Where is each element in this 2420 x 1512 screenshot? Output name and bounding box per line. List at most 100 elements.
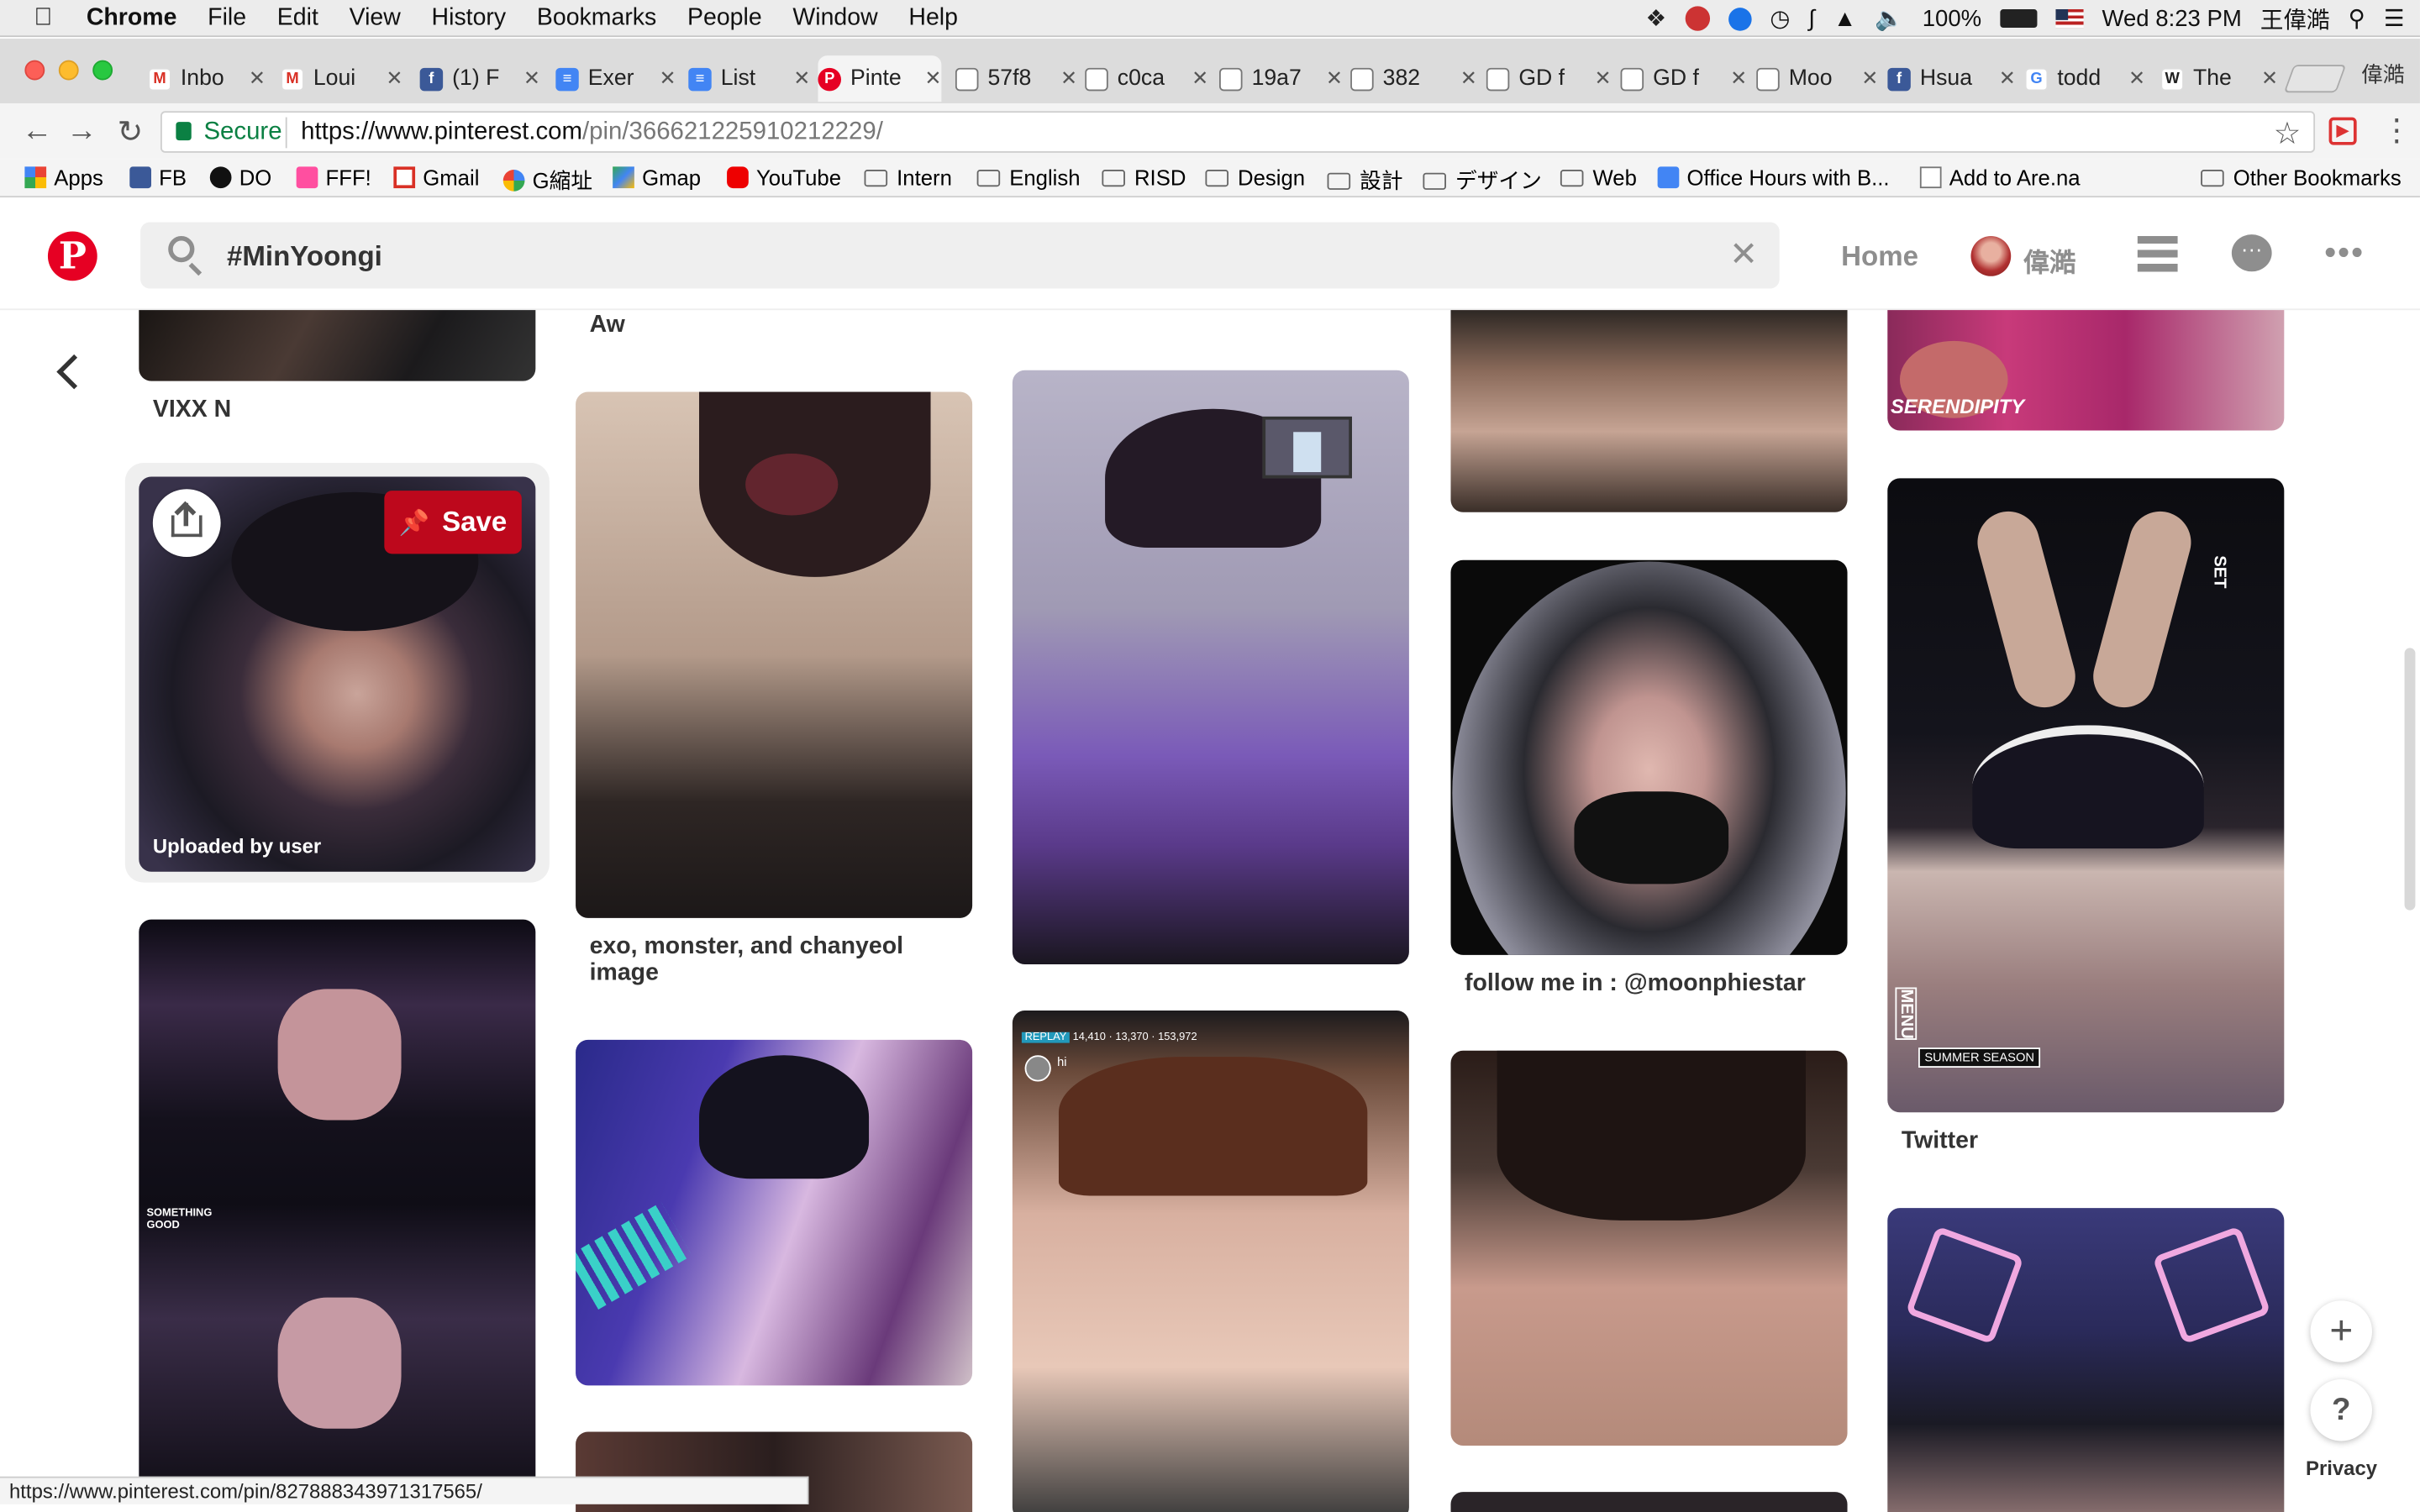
home-link[interactable]: Home <box>1841 241 1918 274</box>
tab-close-icon[interactable]: ✕ <box>659 66 676 91</box>
tab-14[interactable]: Gtodd ✕ <box>2024 55 2145 102</box>
bookmark-8[interactable]: Intern <box>864 165 952 190</box>
bookmark-1[interactable]: FB <box>129 165 187 190</box>
bookmark-3[interactable]: FFF! <box>296 165 371 190</box>
bookmark-13[interactable]: デザイン <box>1423 165 1542 197</box>
clear-search-icon[interactable]: ✕ <box>1729 234 1758 275</box>
bookmark-14[interactable]: Web <box>1560 165 1637 190</box>
tab-8[interactable]: 19a7 ✕ <box>1218 55 1343 102</box>
pin-something-good[interactable] <box>139 919 536 1491</box>
tab-close-icon[interactable]: ✕ <box>1999 66 2016 91</box>
bluetooth-icon[interactable]: ∫ <box>1808 5 1815 31</box>
notification-center-icon[interactable]: ☰ <box>2384 5 2405 32</box>
reload-icon[interactable]: ↻ <box>118 113 144 151</box>
share-button[interactable] <box>152 489 221 558</box>
bookmark-4[interactable]: Gmail <box>393 165 479 190</box>
pin-purple-hoodie[interactable] <box>1012 370 1409 964</box>
bookmark-2[interactable]: DO <box>209 165 271 190</box>
save-button[interactable]: 📌 Save <box>384 491 522 554</box>
close-window-button[interactable] <box>24 60 45 81</box>
pin-purple-stage[interactable] <box>576 1039 973 1386</box>
creative-cloud-icon[interactable] <box>1685 6 1710 31</box>
tab-12[interactable]: Moo ✕ <box>1756 55 1878 102</box>
menu-help[interactable]: Help <box>908 4 958 32</box>
pin-caption[interactable]: Aw <box>590 312 625 338</box>
tab-close-icon[interactable]: ✕ <box>1594 66 1611 91</box>
tab-close-icon[interactable]: ✕ <box>1861 66 1878 91</box>
spotlight-icon[interactable]: ⚲ <box>2349 5 2365 32</box>
tab-7[interactable]: c0ca ✕ <box>1085 55 1208 102</box>
menu-view[interactable]: View <box>350 4 401 32</box>
menu-edit[interactable]: Edit <box>277 4 318 32</box>
bookmark-10[interactable]: RISD <box>1102 165 1186 190</box>
tab-close-icon[interactable]: ✕ <box>1060 66 1077 91</box>
menubar-user[interactable]: 王偉澔 <box>2260 3 2330 35</box>
messages-icon[interactable]: ··· <box>2231 234 2272 272</box>
apple-icon[interactable]:  <box>34 4 52 32</box>
bookmark-7[interactable]: YouTube <box>727 165 841 190</box>
menu-icon[interactable] <box>2137 236 2178 274</box>
tab-close-icon[interactable]: ✕ <box>793 66 810 91</box>
back-icon[interactable]: ← <box>22 114 53 150</box>
search-input[interactable]: #MinYoongi <box>227 241 382 274</box>
profile-link[interactable]: 偉澔 <box>2023 241 2075 280</box>
pin-moonphiestar[interactable] <box>1450 559 1848 955</box>
bookmark-star-icon[interactable]: ☆ <box>2274 114 2302 153</box>
tab-1[interactable]: M Loui ✕ <box>281 55 402 102</box>
bookmark-15[interactable]: Office Hours with B... <box>1657 165 1890 190</box>
bookmark-5[interactable]: G縮址 <box>502 165 592 197</box>
pin-caption[interactable]: follow me in : @moonphiestar <box>1465 970 1806 996</box>
tab-close-icon[interactable]: ✕ <box>1192 66 1208 91</box>
zoom-window-button[interactable] <box>92 60 113 81</box>
menu-history[interactable]: History <box>432 4 507 32</box>
tab-3[interactable]: ≡ Exer ✕ <box>555 55 676 102</box>
tab-close-icon[interactable]: ✕ <box>1326 66 1343 91</box>
tab-15[interactable]: W The ✕ <box>2160 55 2278 102</box>
pin-partial-bottom[interactable] <box>1450 1492 1848 1512</box>
avatar[interactable] <box>1970 236 2012 276</box>
scrollbar[interactable] <box>2404 648 2416 911</box>
menu-people[interactable]: People <box>687 4 762 32</box>
pin-cat-ears[interactable] <box>1887 1208 2285 1512</box>
menu-file[interactable]: File <box>208 4 246 32</box>
tab-13[interactable]: f Hsua ✕ <box>1887 55 2016 102</box>
tab-5[interactable]: P Pinte ✕ <box>818 55 942 102</box>
bookmark-16[interactable]: Add to Are.na <box>1919 165 2081 190</box>
address-bar[interactable]: Secure https://www.pinterest.com/pin/366… <box>160 111 2316 153</box>
tab-9[interactable]: 382 ✕ <box>1350 55 1477 102</box>
tab-close-icon[interactable]: ✕ <box>2261 66 2278 91</box>
pinterest-logo[interactable]: P <box>47 231 97 281</box>
tab-close-icon[interactable]: ✕ <box>523 66 540 91</box>
pin-livestream[interactable] <box>1012 1011 1409 1512</box>
more-options-icon[interactable]: ••• <box>2324 233 2365 273</box>
bookmark-9[interactable]: English <box>976 165 1081 190</box>
volume-icon[interactable]: 🔈 <box>1875 5 1903 32</box>
privacy-link[interactable]: Privacy <box>2306 1457 2377 1480</box>
tab-4[interactable]: ≡ List ✕ <box>688 55 810 102</box>
tab-2[interactable]: f (1) F ✕ <box>419 55 540 102</box>
profile-name[interactable]: 偉澔 <box>2361 59 2404 90</box>
pin-caption[interactable]: Twitter <box>1902 1128 1978 1154</box>
tab-close-icon[interactable]: ✕ <box>1460 66 1477 91</box>
us-flag-icon[interactable] <box>2055 9 2084 29</box>
help-button[interactable]: ? <box>2310 1379 2373 1441</box>
shazam-icon[interactable] <box>1728 7 1752 30</box>
dropbox-icon[interactable]: ❖ <box>1646 5 1667 32</box>
tab-6[interactable]: 57f8 ✕ <box>955 55 1077 102</box>
menu-window[interactable]: Window <box>792 4 877 32</box>
tab-11[interactable]: GD f ✕ <box>1620 55 1747 102</box>
tab-10[interactable]: GD f ✕ <box>1486 55 1612 102</box>
menu-bookmarks[interactable]: Bookmarks <box>537 4 656 32</box>
bookmark-0[interactable]: Apps <box>24 165 103 190</box>
tab-close-icon[interactable]: ✕ <box>386 66 402 91</box>
tab-close-icon[interactable]: ✕ <box>2128 66 2145 91</box>
extension-icon[interactable]: ▶ <box>2328 117 2357 145</box>
pin-caption[interactable]: VIXX N <box>153 396 231 423</box>
minimize-window-button[interactable] <box>58 60 79 81</box>
tab-close-icon[interactable]: ✕ <box>249 66 266 91</box>
forward-icon[interactable]: → <box>66 114 97 150</box>
pin-girl[interactable] <box>1450 1050 1848 1446</box>
new-tab-button[interactable] <box>2283 65 2347 93</box>
add-pin-button[interactable]: + <box>2310 1300 2373 1362</box>
clock[interactable]: Wed 8:23 PM <box>2102 5 2241 31</box>
